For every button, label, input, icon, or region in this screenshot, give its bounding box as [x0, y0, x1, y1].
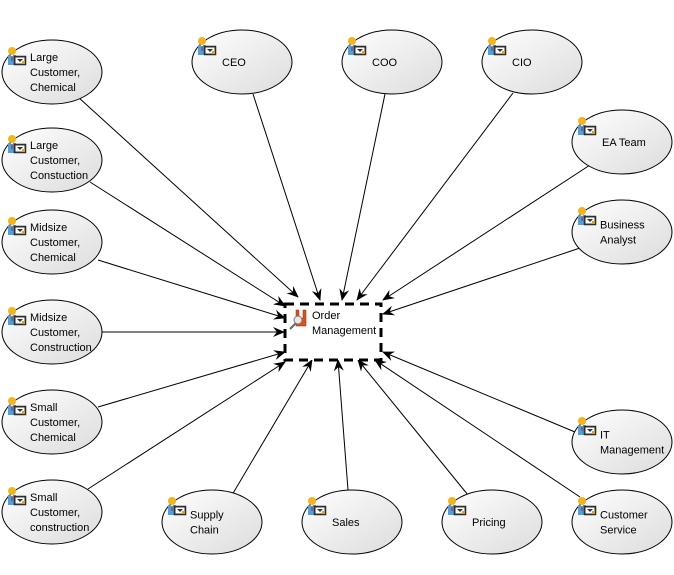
stakeholder-diagram: Large Customer, Chemical Large Customer, Cons… [1, 29, 673, 555]
stakeholder-node-ea-team[interactable]: EA Team [571, 109, 673, 175]
stakeholder-label-line: Small [30, 492, 58, 504]
stakeholder-node-cio[interactable]: CIO [481, 29, 583, 95]
edge-customer-service[interactable] [374, 359, 581, 498]
stakeholder-label-line: Customer, [30, 417, 80, 429]
stakeholder-label-line: Chemical [30, 252, 76, 264]
edge-supply-chain[interactable] [231, 359, 313, 496]
stakeholder-label-line: Sales [332, 517, 360, 529]
stakeholder-label-line: Constuction [30, 170, 88, 182]
stakeholder-label-line: Chain [190, 525, 219, 537]
stakeholder-node-small-customer-chemical[interactable]: Small Customer, Chemical [1, 389, 103, 455]
stakeholder-node-midsize-customer-chemical[interactable]: Midsize Customer, Chemical [1, 209, 103, 275]
stakeholder-label-line: COO [372, 57, 398, 69]
edge-it-management[interactable] [382, 351, 576, 433]
stakeholder-ellipse[interactable] [571, 199, 673, 265]
stakeholder-node-small-customer-construction[interactable]: Small Customer, construction [1, 479, 103, 545]
stakeholder-node-supply-chain[interactable]: Supply Chain [161, 489, 263, 555]
stakeholder-node-customer-service[interactable]: Customer Service [571, 489, 673, 555]
stakeholder-ellipse[interactable] [161, 489, 263, 555]
stakeholder-label-line: Customer, [30, 67, 80, 79]
stakeholder-label-line: Large [30, 140, 58, 152]
stakeholder-label-line: Construction [30, 342, 92, 354]
stakeholder-label-line: Customer [600, 510, 648, 522]
stakeholder-ellipse[interactable] [571, 409, 673, 475]
edge-ceo[interactable] [252, 93, 322, 301]
stakeholder-label-line: Supply [190, 510, 224, 522]
stakeholder-label-line: CEO [222, 57, 246, 69]
stakeholder-label: CEO [222, 57, 246, 69]
stakeholder-label-line: Customer, [30, 507, 80, 519]
edges-layer [77, 92, 591, 498]
stakeholder-label: COO [372, 57, 398, 69]
center-node-label-line: Order [312, 310, 340, 322]
stakeholder-label-line: Midsize [30, 222, 67, 234]
stakeholder-node-large-customer-construction[interactable]: Large Customer, Constuction [1, 127, 103, 193]
stakeholder-label-line: IT [600, 430, 610, 442]
edge-midsize-customer-chemical[interactable] [97, 259, 286, 320]
stakeholder-label: EA Team [602, 137, 646, 149]
stakeholder-label-line: EA Team [602, 137, 646, 149]
center-node[interactable]: Order Management [283, 302, 383, 362]
edge-cio[interactable] [356, 92, 514, 301]
stakeholder-label-line: Chemical [30, 82, 76, 94]
stakeholder-node-pricing[interactable]: Pricing [441, 489, 543, 555]
stakeholder-label-line: Customer, [30, 327, 80, 339]
stakeholder-node-coo[interactable]: COO [341, 29, 443, 95]
stakeholder-label-line: Pricing [472, 517, 506, 529]
edge-sales[interactable] [333, 359, 349, 491]
stakeholder-label: CIO [512, 57, 532, 69]
stakeholder-label-line: Service [600, 525, 637, 537]
stakeholder-node-ceo[interactable]: CEO [191, 29, 293, 95]
nodes-layer: Large Customer, Chemical Large Customer, Cons… [1, 29, 673, 555]
stakeholder-label-line: Small [30, 402, 58, 414]
stakeholder-label-line: construction [30, 522, 89, 534]
stakeholder-label-line: Midsize [30, 312, 67, 324]
stakeholder-ellipse[interactable] [571, 489, 673, 555]
edge-large-customer-chemical[interactable] [77, 96, 299, 298]
stakeholder-node-it-management[interactable]: IT Management [571, 409, 673, 475]
stakeholder-node-sales[interactable]: Sales [301, 489, 403, 555]
stakeholder-label-line: Analyst [600, 235, 636, 247]
stakeholder-label-line: Business [600, 220, 645, 232]
stakeholder-label-line: CIO [512, 57, 532, 69]
stakeholder-label-line: Customer, [30, 237, 80, 249]
stakeholder-label-line: Management [600, 445, 664, 457]
stakeholder-label: Pricing [472, 517, 506, 529]
stakeholder-node-large-customer-chemical[interactable]: Large Customer, Chemical [1, 39, 103, 105]
stakeholder-label-line: Customer, [30, 155, 80, 167]
stakeholder-label: Sales [332, 517, 360, 529]
stakeholder-label-line: Large [30, 52, 58, 64]
stakeholder-node-business-analyst[interactable]: Business Analyst [571, 199, 673, 265]
stakeholder-label-line: Chemical [30, 432, 76, 444]
stakeholder-node-midsize-customer-construction[interactable]: Midsize Customer, Construction [1, 299, 103, 365]
center-node-label-line: Management [312, 325, 376, 337]
edge-coo[interactable] [339, 93, 386, 301]
stakeholder-ellipse[interactable] [481, 29, 583, 95]
